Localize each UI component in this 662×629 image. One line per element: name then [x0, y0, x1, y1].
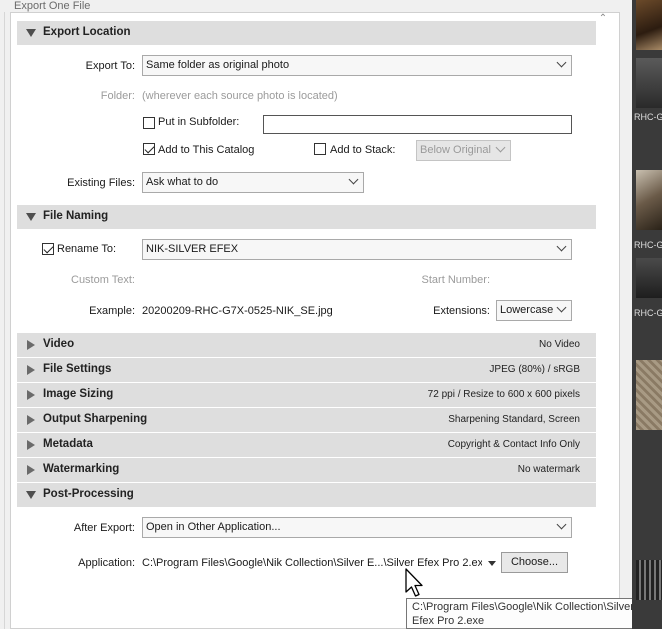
collapsed-triangle-icon — [27, 465, 35, 475]
section-title: Metadata — [43, 438, 93, 450]
stack-position-dropdown[interactable]: Below Original — [416, 140, 511, 161]
section-summary: Copyright & Contact Info Only — [447, 439, 580, 450]
section-summary: No Video — [539, 339, 580, 350]
section-title: Export Location — [43, 26, 131, 38]
expanded-triangle-icon — [26, 491, 36, 499]
section-title: Watermarking — [43, 463, 120, 475]
after-export-dropdown[interactable]: Open in Other Application... — [142, 517, 572, 538]
scroll-up-icon[interactable]: ⌃ — [598, 14, 608, 24]
section-title: Video — [43, 338, 75, 350]
export-to-label: Export To: — [85, 60, 135, 72]
custom-text-label: Custom Text: — [71, 274, 135, 286]
add-to-stack-label: Add to Stack: — [330, 144, 396, 156]
after-export-label: After Export: — [73, 522, 135, 534]
collapsed-triangle-icon — [27, 390, 35, 400]
collapsed-triangle-icon — [27, 365, 35, 375]
section-header-file-naming[interactable]: File Naming — [17, 205, 596, 229]
chevron-down-icon — [495, 142, 506, 153]
choose-button[interactable]: Choose... — [501, 552, 568, 573]
filmstrip-label: RHC-G7 — [634, 112, 662, 122]
section-title: File Naming — [43, 210, 109, 222]
expanded-triangle-icon — [26, 29, 36, 37]
existing-files-value: Ask what to do — [146, 176, 219, 188]
section-header-video[interactable]: Video No Video — [17, 333, 596, 357]
section-summary: 72 ppi / Resize to 600 x 600 pixels — [427, 389, 580, 400]
section-header-watermarking[interactable]: Watermarking No watermark — [17, 458, 596, 482]
chevron-down-icon — [556, 302, 567, 313]
filmstrip-thumbnail[interactable] — [636, 560, 662, 600]
chevron-down-icon — [348, 174, 359, 185]
application-path[interactable]: C:\Program Files\Google\Nik Collection\S… — [142, 557, 482, 569]
panel-scrollbar[interactable]: ⌃ — [596, 14, 610, 614]
section-header-export-location[interactable]: Export Location — [17, 21, 596, 45]
extensions-label: Extensions: — [433, 305, 490, 317]
extensions-value: Lowercase — [500, 304, 554, 316]
section-title: Post-Processing — [43, 488, 134, 500]
section-title: File Settings — [43, 363, 112, 375]
chevron-down-icon — [556, 519, 567, 530]
section-header-post-processing[interactable]: Post-Processing — [17, 483, 596, 507]
rename-to-value: NIK-SILVER EFEX — [146, 243, 239, 255]
filmstrip-thumbnail[interactable] — [636, 0, 662, 50]
filmstrip-thumbnail[interactable] — [636, 258, 662, 298]
chevron-down-icon — [556, 57, 567, 68]
left-border — [0, 12, 5, 629]
section-title: Output Sharpening — [43, 413, 148, 425]
extensions-dropdown[interactable]: Lowercase — [496, 300, 572, 321]
section-header-metadata[interactable]: Metadata Copyright & Contact Info Only — [17, 433, 596, 457]
collapsed-triangle-icon — [27, 340, 35, 350]
rename-to-dropdown[interactable]: NIK-SILVER EFEX — [142, 239, 572, 260]
folder-value: (wherever each source photo is located) — [142, 90, 338, 102]
after-export-value: Open in Other Application... — [146, 521, 281, 533]
section-header-image-sizing[interactable]: Image Sizing 72 ppi / Resize to 600 x 60… — [17, 383, 596, 407]
section-summary: No watermark — [517, 464, 580, 475]
add-to-catalog-checkbox[interactable] — [143, 143, 155, 155]
put-in-subfolder-checkbox[interactable] — [143, 117, 155, 129]
section-header-file-settings[interactable]: File Settings JPEG (80%) / sRGB — [17, 358, 596, 382]
filmstrip-thumbnail[interactable] — [636, 360, 662, 430]
collapsed-triangle-icon — [27, 415, 35, 425]
subfolder-input[interactable] — [263, 115, 572, 134]
existing-files-label: Existing Files: — [67, 177, 135, 189]
put-in-subfolder-label: Put in Subfolder: — [158, 116, 240, 128]
example-label: Example: — [89, 305, 135, 317]
filmstrip-label: RHC-G7 — [634, 240, 662, 250]
section-summary: JPEG (80%) / sRGB — [489, 364, 580, 375]
export-to-dropdown[interactable]: Same folder as original photo — [142, 55, 572, 76]
section-summary: Sharpening Standard, Screen — [448, 414, 580, 425]
add-to-catalog-label: Add to This Catalog — [158, 144, 255, 156]
dialog-title: Export One File — [14, 0, 91, 12]
rename-to-checkbox[interactable] — [42, 243, 54, 255]
application-label: Application: — [78, 557, 135, 569]
section-header-output-sharpening[interactable]: Output Sharpening Sharpening Standard, S… — [17, 408, 596, 432]
section-title: Image Sizing — [43, 388, 114, 400]
folder-label: Folder: — [100, 90, 135, 102]
application-path-tooltip: C:\Program Files\Google\Nik Collection\S… — [406, 598, 662, 629]
existing-files-dropdown[interactable]: Ask what to do — [142, 172, 364, 193]
chevron-down-icon — [556, 241, 567, 252]
collapsed-triangle-icon — [27, 440, 35, 450]
filmstrip-thumbnail[interactable] — [636, 170, 662, 230]
add-to-stack-checkbox[interactable] — [314, 143, 326, 155]
mouse-cursor-icon — [405, 568, 423, 597]
stack-position-value: Below Original — [420, 144, 491, 156]
filmstrip-label: RHC-G7 — [634, 308, 662, 318]
export-to-value: Same folder as original photo — [146, 59, 290, 71]
start-number-label: Start Number: — [421, 274, 490, 286]
filmstrip-thumbnail[interactable] — [636, 58, 662, 108]
application-dropdown-arrow-icon[interactable] — [488, 561, 496, 566]
example-value: 20200209-RHC-G7X-0525-NIK_SE.jpg — [142, 305, 333, 317]
rename-to-label: Rename To: — [57, 243, 117, 255]
expanded-triangle-icon — [26, 213, 36, 221]
